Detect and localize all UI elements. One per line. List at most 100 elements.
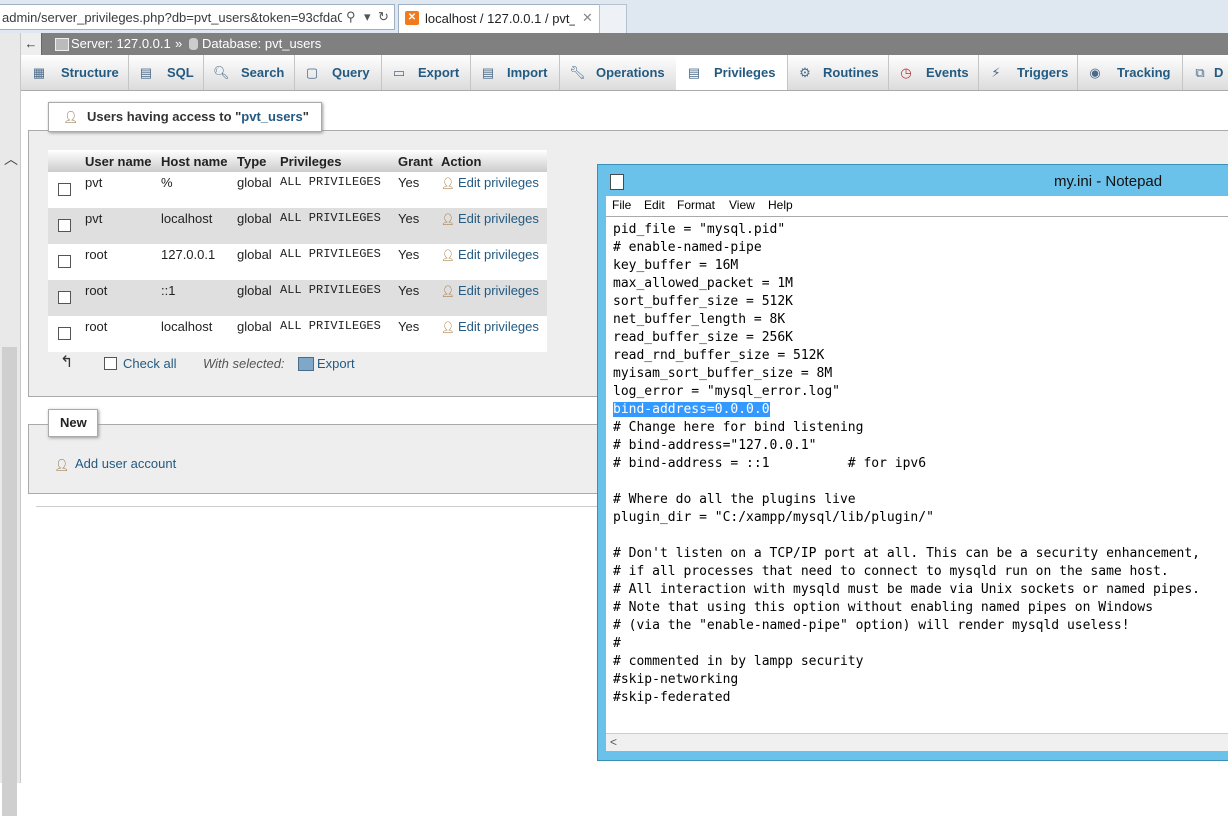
notepad-text[interactable]: pid_file = "mysql.pid" # enable-named-pi… — [613, 221, 1200, 707]
search-icon[interactable]: ⚲ — [346, 9, 356, 25]
row-checkbox-cell — [48, 208, 81, 244]
tab-label: Search — [241, 65, 285, 80]
edit-privileges-link[interactable]: Edit privileges — [458, 175, 539, 190]
menu-view[interactable]: View — [729, 198, 755, 212]
notepad-editor[interactable]: pid_file = "mysql.pid" # enable-named-pi… — [606, 216, 1228, 751]
edit-user-icon[interactable]: 👤︎ — [441, 286, 455, 298]
check-all-label[interactable]: Check all — [123, 356, 176, 371]
tab-structure[interactable]: ▦ Structure — [21, 55, 129, 90]
tab-sql[interactable]: ▤ SQL — [128, 55, 204, 90]
edit-user-icon[interactable]: 👤︎ — [441, 178, 455, 190]
menu-edit[interactable]: Edit — [644, 198, 665, 212]
address-url[interactable]: admin/server_privileges.php?db=pvt_users… — [2, 10, 342, 25]
config-text-after[interactable]: # Change here for bind listening # bind-… — [613, 420, 1200, 705]
row-checkbox[interactable] — [58, 183, 71, 196]
left-scrollbar[interactable]: ︿ — [0, 33, 21, 816]
host-name-cell: ::1 — [157, 280, 233, 316]
column-header-host[interactable]: Host name — [157, 150, 233, 172]
tab-label: Query — [332, 65, 370, 80]
back-arrow-icon[interactable]: ← — [21, 33, 42, 55]
tab-label: D — [1214, 65, 1224, 80]
scroll-thumb[interactable] — [2, 347, 17, 816]
privileges-icon: ▤ — [687, 65, 701, 80]
browser-tab-title: localhost / 127.0.0.1 / pvt_u... — [425, 11, 575, 26]
column-header-type[interactable]: Type — [233, 150, 276, 172]
edit-user-icon[interactable]: 👤︎ — [441, 250, 455, 262]
edit-privileges-link[interactable]: Edit privileges — [458, 247, 539, 262]
type-cell: global — [233, 280, 276, 316]
add-user-account-link[interactable]: Add user account — [75, 456, 176, 471]
new-tab-button[interactable] — [599, 4, 627, 33]
chevron-up-icon[interactable]: ︿ — [4, 149, 18, 169]
scroll-left-icon[interactable]: < — [610, 735, 617, 749]
row-checkbox[interactable] — [58, 291, 71, 304]
user-name-cell: root — [81, 244, 157, 280]
address-bar[interactable]: admin/server_privileges.php?db=pvt_users… — [0, 4, 395, 30]
host-name-cell: localhost — [157, 316, 233, 352]
breadcrumb: ← Server: 127.0.0.1 » Database: pvt_user… — [21, 33, 1228, 55]
user-name-cell: root — [81, 280, 157, 316]
privileges-table: User name Host name Type Privileges Gran… — [48, 150, 547, 352]
table-row: root localhost global ALL PRIVILEGES Yes… — [48, 316, 547, 352]
refresh-icon[interactable]: ↻ — [378, 9, 389, 25]
menu-format[interactable]: Format — [677, 198, 715, 212]
export-selected-link[interactable]: Export — [317, 356, 355, 371]
tab-label: Import — [507, 65, 548, 80]
edit-user-icon[interactable]: 👤︎ — [441, 322, 455, 334]
action-cell: 👤︎ Edit privileges — [437, 208, 547, 244]
browser-tab-active[interactable]: ✕ localhost / 127.0.0.1 / pvt_u... ✕ — [398, 4, 600, 34]
close-tab-icon[interactable]: ✕ — [582, 10, 593, 26]
table-row: root 127.0.0.1 global ALL PRIVILEGES Yes… — [48, 244, 547, 280]
export-icon[interactable] — [298, 357, 314, 371]
column-header-action: Action — [437, 150, 547, 172]
tab-events[interactable]: ◷ Events — [888, 55, 979, 90]
tab-label: Structure — [61, 65, 119, 80]
host-name-cell: 127.0.0.1 — [157, 244, 233, 280]
row-checkbox[interactable] — [58, 219, 71, 232]
tab-label: Tracking — [1117, 65, 1171, 80]
user-name-cell: pvt — [81, 172, 157, 208]
notepad-horizontal-scrollbar[interactable]: < — [606, 733, 1228, 751]
action-cell: 👤︎ Edit privileges — [437, 172, 547, 208]
row-checkbox[interactable] — [58, 327, 71, 340]
tab-import[interactable]: ▤ Import — [470, 55, 560, 90]
notepad-menubar: File Edit Format View Help — [606, 196, 1228, 216]
selected-text[interactable]: bind-address=0.0.0.0 — [613, 402, 770, 417]
tab-designer[interactable]: ⧉ D — [1182, 55, 1228, 90]
edit-privileges-link[interactable]: Edit privileges — [458, 319, 539, 334]
users-icon: 👤︎ — [63, 110, 79, 124]
action-cell: 👤︎ Edit privileges — [437, 280, 547, 316]
edit-privileges-link[interactable]: Edit privileges — [458, 211, 539, 226]
grant-cell: Yes — [394, 172, 437, 208]
legend-suffix: " — [302, 109, 309, 124]
edit-privileges-link[interactable]: Edit privileges — [458, 283, 539, 298]
breadcrumb-database[interactable]: Database: pvt_users — [202, 36, 321, 51]
tab-privileges[interactable]: ▤ Privileges — [676, 55, 788, 90]
add-user-icon[interactable]: 👤︎ — [54, 458, 69, 472]
menu-file[interactable]: File — [612, 198, 631, 212]
column-header-grant[interactable]: Grant — [394, 150, 437, 172]
column-header-privileges[interactable]: Privileges — [276, 150, 394, 172]
tab-routines[interactable]: ⚙ Routines — [787, 55, 889, 90]
tab-query[interactable]: ▢ Query — [294, 55, 382, 90]
breadcrumb-server[interactable]: Server: 127.0.0.1 — [71, 36, 171, 51]
tab-triggers[interactable]: ⚡︎ Triggers — [978, 55, 1078, 90]
legend-db-name: pvt_users — [241, 109, 303, 124]
menu-help[interactable]: Help — [768, 198, 793, 212]
row-checkbox-cell — [48, 316, 81, 352]
host-name-cell: % — [157, 172, 233, 208]
database-icon — [189, 38, 198, 50]
dropdown-icon[interactable]: ▾ — [364, 9, 371, 25]
edit-user-icon[interactable]: 👤︎ — [441, 214, 455, 226]
new-legend: New — [48, 409, 98, 437]
tab-tracking[interactable]: ◉ Tracking — [1077, 55, 1183, 90]
notepad-window[interactable]: my.ini - Notepad File Edit Format View H… — [597, 164, 1228, 761]
column-header-user[interactable]: User name — [81, 150, 157, 172]
xampp-favicon-icon: ✕ — [405, 11, 419, 25]
tab-search[interactable]: 🔍︎ Search — [203, 55, 295, 90]
tab-operations[interactable]: 🔧︎ Operations — [559, 55, 677, 90]
check-all-checkbox[interactable] — [104, 357, 117, 370]
row-checkbox[interactable] — [58, 255, 71, 268]
tab-export[interactable]: ▭ Export — [381, 55, 471, 90]
config-text-before[interactable]: pid_file = "mysql.pid" # enable-named-pi… — [613, 222, 840, 399]
